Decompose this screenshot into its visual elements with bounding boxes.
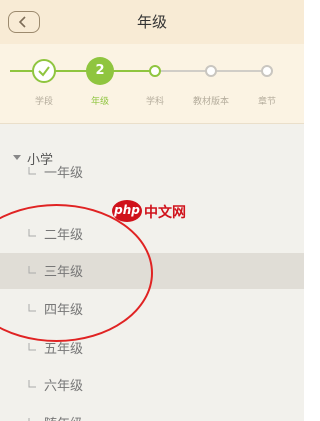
step-4-node[interactable] [205, 65, 217, 77]
grade-item-selected[interactable]: 三年级 [0, 253, 304, 289]
nav-header: 年级 [0, 0, 304, 44]
grade-label: 六年级 [44, 379, 84, 394]
step-4-label: 教材版本 [192, 97, 229, 107]
progress-line-start [10, 70, 18, 72]
step-2-node[interactable]: 2 [86, 57, 114, 85]
grade-label: 三年级 [44, 265, 84, 280]
grade-item[interactable]: 六年级 [0, 367, 304, 403]
checkmark-icon [38, 66, 50, 77]
corner-icon [28, 304, 36, 312]
step-5-label: 章节 [257, 97, 276, 107]
watermark-text: 中文网 [144, 205, 186, 221]
corner-icon [28, 167, 36, 175]
corner-icon [28, 343, 36, 351]
grade-label: 五年级 [44, 342, 84, 357]
step-3-node[interactable] [149, 65, 161, 77]
grade-item[interactable]: 一年级 [0, 154, 304, 190]
corner-icon [28, 266, 36, 274]
watermark-logo: php [112, 200, 142, 222]
step-2-label: 年级 [90, 97, 109, 107]
grade-item[interactable]: 四年级 [0, 291, 304, 327]
grade-label: 二年级 [44, 228, 84, 243]
step-5-node[interactable] [261, 65, 273, 77]
step-3-label: 学科 [145, 97, 164, 107]
watermark: php 中文网 [112, 200, 194, 222]
back-button[interactable] [8, 11, 40, 33]
grade-label: 四年级 [44, 303, 84, 318]
grade-label: 一年级 [44, 166, 84, 181]
corner-icon [28, 229, 36, 237]
step-1-label: 学段 [34, 97, 53, 107]
step-1-node[interactable] [32, 59, 56, 83]
step-indicator: 2 学段 年级 学科 教材版本 章节 [0, 44, 304, 124]
grade-item[interactable]: 五年级 [0, 330, 304, 366]
grade-selection-screen: 年级 2 学段 年级 学科 教材版本 章节 小学 一年级 二年级 三年级 四年级… [0, 0, 304, 421]
grade-label: 随年级 [44, 413, 83, 421]
chevron-left-icon [18, 16, 26, 28]
corner-icon [28, 380, 36, 388]
grade-item[interactable]: 随年级 [0, 405, 304, 421]
page-title: 年级 [136, 13, 167, 31]
